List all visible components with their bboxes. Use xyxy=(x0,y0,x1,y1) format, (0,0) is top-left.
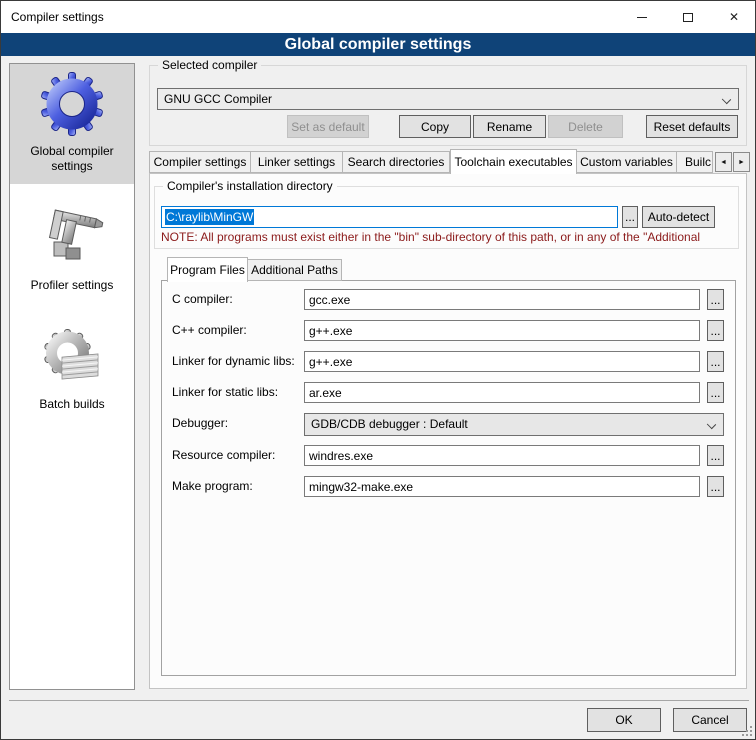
tab-program-files[interactable]: Program Files xyxy=(167,257,248,282)
cancel-button[interactable]: Cancel xyxy=(673,708,747,732)
compiler-settings-dialog: Compiler settings ✕ Global compiler sett… xyxy=(0,0,756,740)
resize-grip[interactable] xyxy=(742,726,752,736)
chevron-down-icon xyxy=(722,95,731,104)
c-compiler-input[interactable] xyxy=(304,289,700,310)
window-title: Compiler settings xyxy=(11,1,104,33)
sidebar-item-profiler-settings[interactable]: Profiler settings xyxy=(10,198,134,303)
settings-category-list: Global compiler settings xyxy=(9,63,135,690)
debugger-select[interactable]: GDB/CDB debugger : Default xyxy=(304,413,724,436)
minimize-button[interactable] xyxy=(619,1,665,33)
c-compiler-browse-button[interactable]: ... xyxy=(707,289,724,310)
selected-compiler-group-label: Selected compiler xyxy=(158,58,261,72)
sidebar-item-label: Batch builds xyxy=(12,397,132,412)
sidebar-item-global-compiler-settings[interactable]: Global compiler settings xyxy=(10,64,134,184)
resource-compiler-label: Resource compiler: xyxy=(172,445,275,466)
cpp-compiler-label: C++ compiler: xyxy=(172,320,247,341)
caliper-icon xyxy=(40,206,104,270)
linker-static-input[interactable] xyxy=(304,382,700,403)
linker-static-browse-button[interactable]: ... xyxy=(707,382,724,403)
linker-dynamic-input[interactable] xyxy=(304,351,700,372)
compiler-select-value: GNU GCC Compiler xyxy=(164,92,272,106)
linker-dynamic-browse-button[interactable]: ... xyxy=(707,351,724,372)
tab-search-directories[interactable]: Search directories xyxy=(343,151,450,173)
program-files-page: C compiler: ... C++ compiler: ... Linker… xyxy=(161,280,736,676)
paths-tab-bar: Program Files Additional Paths xyxy=(167,257,342,281)
chevron-down-icon xyxy=(707,420,716,429)
cpp-compiler-browse-button[interactable]: ... xyxy=(707,320,724,341)
installation-directory-group-label: Compiler's installation directory xyxy=(163,179,337,193)
tab-compiler-settings[interactable]: Compiler settings xyxy=(149,151,251,173)
debugger-label: Debugger: xyxy=(172,413,228,434)
tab-toolchain-executables[interactable]: Toolchain executables xyxy=(450,149,577,174)
resource-compiler-input[interactable] xyxy=(304,445,700,466)
resource-compiler-browse-button[interactable]: ... xyxy=(707,445,724,466)
tab-scroll-right-button[interactable]: ► xyxy=(733,152,750,172)
rename-button[interactable]: Rename xyxy=(473,115,546,138)
minimize-icon xyxy=(637,17,647,18)
copy-button[interactable]: Copy xyxy=(399,115,471,138)
linker-static-label: Linker for static libs: xyxy=(172,382,278,403)
arrow-left-icon: ◄ xyxy=(720,159,727,166)
sidebar-item-label: Profiler settings xyxy=(12,278,132,293)
tab-scroll-left-button[interactable]: ◄ xyxy=(715,152,732,172)
set-as-default-button[interactable]: Set as default xyxy=(287,115,369,138)
linker-dynamic-label: Linker for dynamic libs: xyxy=(172,351,295,372)
make-program-browse-button[interactable]: ... xyxy=(707,476,724,497)
compiler-select[interactable]: GNU GCC Compiler xyxy=(157,88,739,110)
reset-defaults-button[interactable]: Reset defaults xyxy=(646,115,738,138)
c-compiler-label: C compiler: xyxy=(172,289,233,310)
browse-directory-button[interactable]: ... xyxy=(622,206,638,228)
tab-linker-settings[interactable]: Linker settings xyxy=(251,151,343,173)
selected-path-text: C:\raylib\MinGW xyxy=(165,209,254,225)
blue-gear-icon xyxy=(40,72,104,136)
gray-gear-stack-icon xyxy=(40,325,104,389)
close-button[interactable]: ✕ xyxy=(711,1,756,33)
settings-tab-bar: Compiler settings Linker settings Search… xyxy=(149,148,713,173)
delete-button[interactable]: Delete xyxy=(548,115,623,138)
installation-directory-input[interactable]: C:\raylib\MinGW xyxy=(161,206,618,228)
sidebar-item-batch-builds[interactable]: Batch builds xyxy=(10,317,134,422)
ok-button[interactable]: OK xyxy=(587,708,661,732)
tab-build-options-clipped[interactable]: Builc xyxy=(677,151,713,173)
footer-divider xyxy=(9,700,749,701)
close-icon: ✕ xyxy=(729,11,739,23)
make-program-input[interactable] xyxy=(304,476,700,497)
cpp-compiler-input[interactable] xyxy=(304,320,700,341)
tab-custom-variables[interactable]: Custom variables xyxy=(577,151,677,173)
auto-detect-button[interactable]: Auto-detect xyxy=(642,206,715,228)
title-bar[interactable]: Compiler settings ✕ xyxy=(1,1,755,33)
arrow-right-icon: ► xyxy=(738,159,745,166)
sidebar-item-label: Global compiler settings xyxy=(12,144,132,174)
bin-subdirectory-note: NOTE: All programs must exist either in … xyxy=(161,230,733,244)
debugger-select-value: GDB/CDB debugger : Default xyxy=(311,417,468,431)
tab-additional-paths[interactable]: Additional Paths xyxy=(248,259,342,281)
maximize-button[interactable] xyxy=(665,1,711,33)
dialog-banner: Global compiler settings xyxy=(1,33,755,56)
make-program-label: Make program: xyxy=(172,476,253,497)
maximize-icon xyxy=(683,13,693,22)
